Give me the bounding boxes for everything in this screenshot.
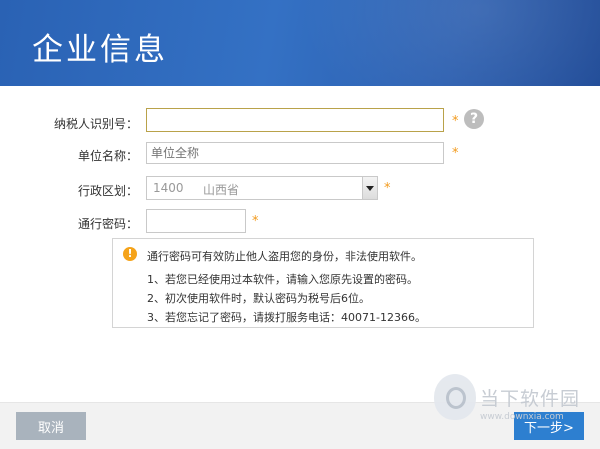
region-code: 1400	[153, 181, 184, 195]
next-step-button[interactable]: 下一步>	[514, 412, 584, 440]
taxpayer-id-label: 纳税人识别号：	[53, 117, 138, 131]
header-banner: 企业信息	[0, 0, 600, 86]
required-star: *	[384, 181, 391, 196]
pass-code-notice: ! 通行密码可有效防止他人盗用您的身份，非法使用软件。 1、若您已经使用过本软件…	[112, 238, 534, 328]
company-name-label: 单位名称：	[77, 149, 138, 163]
form-area: 纳税人识别号： * ? 单位名称： * 行政区划： 1400 山西省 * 通行密…	[0, 86, 600, 402]
pass-code-input[interactable]	[146, 209, 246, 233]
required-star: *	[452, 114, 459, 129]
notice-item: 2、初次使用软件时，默认密码为税号后6位。	[147, 292, 370, 305]
chevron-down-icon[interactable]	[362, 177, 377, 199]
pass-code-label: 通行密码：	[77, 217, 138, 231]
taxpayer-id-input[interactable]	[146, 108, 444, 132]
cancel-button[interactable]: 取消	[16, 412, 86, 440]
notice-title: 通行密码可有效防止他人盗用您的身份，非法使用软件。	[147, 250, 422, 263]
company-name-row: 单位名称： *	[0, 142, 600, 168]
pass-code-row: 通行密码： *	[0, 209, 600, 235]
warning-icon: !	[123, 247, 137, 261]
required-star: *	[252, 214, 259, 229]
region-select[interactable]: 1400 山西省	[146, 176, 378, 200]
region-name: 山西省	[203, 183, 240, 197]
company-name-input[interactable]	[146, 142, 444, 164]
help-icon[interactable]: ?	[464, 109, 484, 129]
taxpayer-id-row: 纳税人识别号： * ?	[0, 108, 600, 134]
region-row: 行政区划： 1400 山西省 *	[0, 176, 600, 202]
required-star: *	[452, 146, 459, 161]
notice-item: 1、若您已经使用过本软件，请输入您原先设置的密码。	[147, 273, 418, 286]
notice-item: 3、若您忘记了密码，请拨打服务电话：40071-12366。	[147, 311, 426, 324]
page-title: 企业信息	[32, 32, 168, 68]
footer-bar: 取消 下一步>	[0, 402, 600, 449]
region-label: 行政区划：	[77, 184, 138, 198]
